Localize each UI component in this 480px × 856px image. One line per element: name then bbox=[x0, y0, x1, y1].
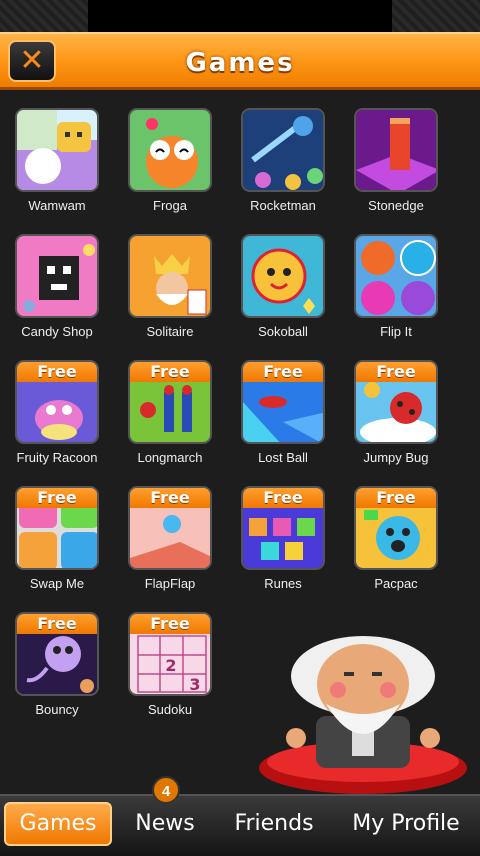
jumpy-bug-thumbnail: Free bbox=[354, 360, 438, 444]
free-badge: Free bbox=[356, 488, 436, 508]
candy-shop-thumbnail bbox=[15, 234, 99, 318]
professor-mascot bbox=[256, 620, 470, 796]
pacpac-thumbnail: Free bbox=[354, 486, 438, 570]
wamwam-thumbnail bbox=[15, 108, 99, 192]
rocketman-thumbnail bbox=[241, 108, 325, 192]
game-label: Fruity Racoon bbox=[16, 450, 98, 465]
page-title: Games bbox=[185, 48, 295, 78]
free-badge: Free bbox=[17, 362, 97, 382]
game-tile-stonedge[interactable]: Stonedge bbox=[339, 108, 453, 228]
tab-friends[interactable]: Friends bbox=[220, 802, 328, 846]
game-tile-bouncy[interactable]: Free Bouncy bbox=[0, 612, 114, 732]
game-label: Solitaire bbox=[146, 324, 194, 339]
tab-news[interactable]: News bbox=[118, 802, 212, 846]
game-label: Runes bbox=[264, 576, 302, 591]
game-label: Candy Shop bbox=[21, 324, 93, 339]
game-tile-flapflap[interactable]: Free FlapFlap bbox=[113, 486, 227, 606]
game-tile-rocketman[interactable]: Rocketman bbox=[226, 108, 340, 228]
close-button[interactable]: ✕ bbox=[8, 40, 56, 82]
solitaire-thumbnail bbox=[128, 234, 212, 318]
game-label: FlapFlap bbox=[144, 576, 196, 591]
header-bar: Games bbox=[0, 32, 480, 90]
news-count-badge: 4 bbox=[152, 776, 180, 804]
froga-thumbnail bbox=[128, 108, 212, 192]
game-label: Bouncy bbox=[35, 702, 79, 717]
game-tile-pacpac[interactable]: Free Pacpac bbox=[339, 486, 453, 606]
free-badge: Free bbox=[243, 488, 323, 508]
game-tile-swap-me[interactable]: Free Swap Me bbox=[0, 486, 114, 606]
lost-ball-thumbnail: Free bbox=[241, 360, 325, 444]
game-tile-lost-ball[interactable]: Free Lost Ball bbox=[226, 360, 340, 480]
game-label: Swap Me bbox=[29, 576, 85, 591]
game-tile-sokoball[interactable]: Sokoball bbox=[226, 234, 340, 354]
game-tile-solitaire[interactable]: Solitaire bbox=[113, 234, 227, 354]
game-label: Froga bbox=[153, 198, 187, 213]
sudoku-thumbnail: 23 Free bbox=[128, 612, 212, 696]
game-label: Pacpac bbox=[374, 576, 418, 591]
game-tile-candy-shop[interactable]: Candy Shop bbox=[0, 234, 114, 354]
game-label: Lost Ball bbox=[258, 450, 308, 465]
free-badge: Free bbox=[17, 614, 97, 634]
free-badge: Free bbox=[17, 488, 97, 508]
svg-text:3: 3 bbox=[189, 675, 200, 694]
free-badge: Free bbox=[130, 614, 210, 634]
free-badge: Free bbox=[243, 362, 323, 382]
game-tile-wamwam[interactable]: Wamwam bbox=[0, 108, 114, 228]
game-label: Wamwam bbox=[28, 198, 86, 213]
sokoball-thumbnail bbox=[241, 234, 325, 318]
free-badge: Free bbox=[356, 362, 436, 382]
game-tile-fruity-racoon[interactable]: Free Fruity Racoon bbox=[0, 360, 114, 480]
swap-me-thumbnail: Free bbox=[15, 486, 99, 570]
game-label: Sudoku bbox=[147, 702, 193, 717]
game-tile-froga[interactable]: Froga bbox=[113, 108, 227, 228]
tab-my-profile[interactable]: My Profile bbox=[340, 802, 472, 846]
game-tile-flip-it[interactable]: Flip It bbox=[339, 234, 453, 354]
game-tile-longmarch[interactable]: Free Longmarch bbox=[113, 360, 227, 480]
game-label: Stonedge bbox=[368, 198, 424, 213]
svg-text:2: 2 bbox=[165, 656, 176, 675]
close-x-icon: ✕ bbox=[19, 43, 45, 78]
flip-it-thumbnail bbox=[354, 234, 438, 318]
stonedge-thumbnail bbox=[354, 108, 438, 192]
fruity-racoon-thumbnail: Free bbox=[15, 360, 99, 444]
game-label: Sokoball bbox=[258, 324, 308, 339]
bouncy-thumbnail: Free bbox=[15, 612, 99, 696]
free-badge: Free bbox=[130, 362, 210, 382]
game-label: Longmarch bbox=[137, 450, 203, 465]
game-tile-jumpy-bug[interactable]: Free Jumpy Bug bbox=[339, 360, 453, 480]
game-label: Rocketman bbox=[250, 198, 316, 213]
game-tile-runes[interactable]: Free Runes bbox=[226, 486, 340, 606]
game-label: Jumpy Bug bbox=[363, 450, 429, 465]
free-badge: Free bbox=[130, 488, 210, 508]
bottom-nav: Games News Friends My Profile bbox=[0, 794, 480, 856]
runes-thumbnail: Free bbox=[241, 486, 325, 570]
flapflap-thumbnail: Free bbox=[128, 486, 212, 570]
game-tile-sudoku[interactable]: 23 Free Sudoku bbox=[113, 612, 227, 732]
longmarch-thumbnail: Free bbox=[128, 360, 212, 444]
tab-games[interactable]: Games bbox=[4, 802, 112, 846]
game-label: Flip It bbox=[380, 324, 412, 339]
